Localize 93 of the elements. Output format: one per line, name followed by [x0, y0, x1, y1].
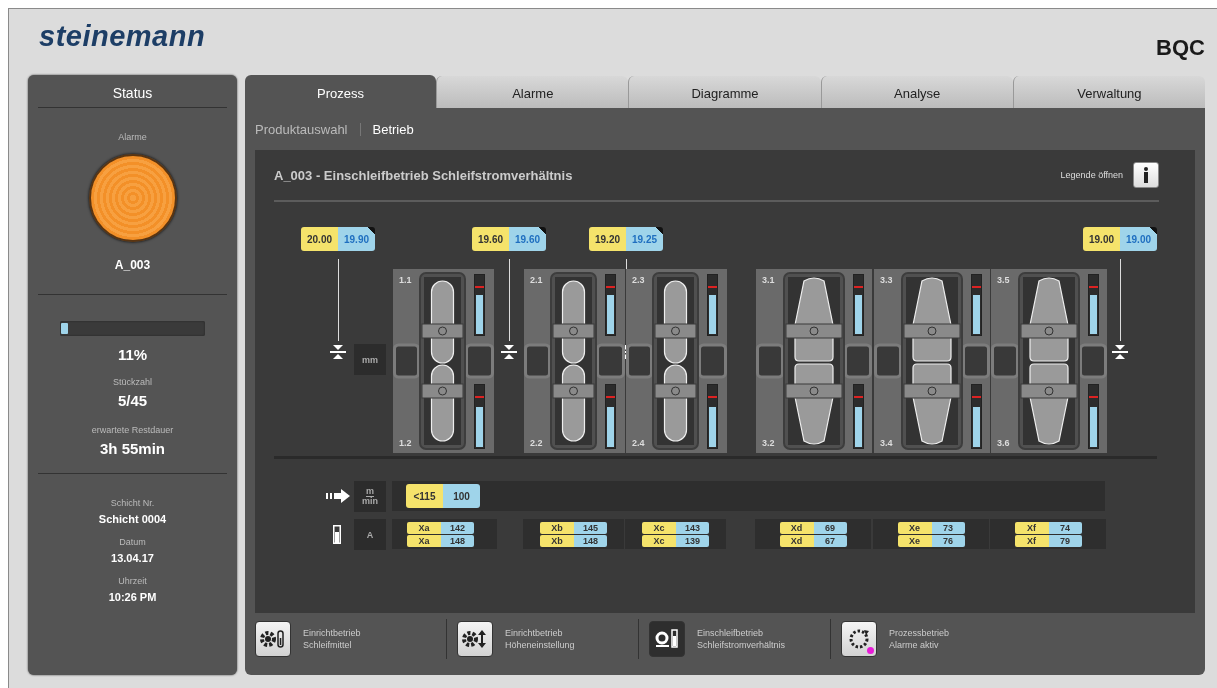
tab[interactable]: Prozess: [245, 75, 437, 108]
roll-label: Xc: [642, 521, 676, 534]
station-label: 3.4: [880, 438, 893, 448]
field-label: erwartete Restdauer: [91, 425, 174, 435]
tab[interactable]: Diagramme: [628, 76, 821, 108]
subtab[interactable]: Produktauswahl: [255, 121, 348, 137]
mode-label: Einrichtbetrieb Schleifmittel: [303, 627, 361, 651]
field-value: 13.04.17: [111, 552, 154, 564]
station-label: 2.2: [530, 438, 543, 448]
roll-label: Xd: [779, 521, 814, 534]
current-value: 76: [931, 534, 965, 547]
alarm-code: A_003: [114, 258, 151, 272]
current-value: 79: [1048, 534, 1082, 547]
info-icon: [1143, 167, 1149, 183]
station-label: 2.3: [632, 275, 645, 285]
gap-caliper-icon: [1112, 345, 1128, 359]
gear-thermometer-icon: [260, 629, 286, 649]
current-value: 139: [676, 534, 709, 547]
field-value: 10:26 PM: [108, 591, 157, 603]
station-label: 2.1: [530, 275, 543, 285]
station-label: 3.2: [762, 438, 775, 448]
current-value: 143: [676, 521, 709, 534]
current-value: 73: [931, 521, 965, 534]
mode-label: Einrichtbetrieb Höheneinstellung: [505, 627, 575, 651]
mode-button[interactable]: [457, 621, 493, 657]
mode-button[interactable]: [255, 621, 291, 657]
roll-label: Xf: [1014, 521, 1049, 534]
feed-arrow-icon: [326, 489, 350, 503]
current-value: 148: [441, 534, 474, 547]
station-label: 3.3: [880, 275, 893, 285]
field-value: 3h 55min: [100, 440, 165, 457]
brand-logo: steinemann: [39, 19, 206, 53]
roll-label: Xc: [642, 534, 676, 547]
roll-label: Xa: [407, 521, 441, 534]
field-value: Schicht 0004: [98, 513, 167, 525]
unit-label: m min: [354, 481, 386, 512]
mode-button[interactable]: [841, 621, 877, 657]
unit-label: A: [354, 519, 386, 550]
current-value: 145: [574, 521, 607, 534]
roll-label: Xf: [1014, 534, 1049, 547]
station-label: 1.2: [399, 438, 412, 448]
set-value: 19.00: [1083, 227, 1120, 251]
field-label: Schicht Nr.: [110, 498, 155, 508]
alarm-label: Alarme: [118, 132, 147, 142]
mode-button[interactable]: [649, 621, 685, 657]
gear-updown-arrow-icon: [462, 629, 488, 649]
field-value: 5/45: [117, 392, 148, 409]
gap-caliper-icon: [330, 345, 346, 359]
spinner-icon: [847, 627, 871, 651]
station-label: 1.1: [399, 275, 412, 285]
product-name: BQC: [1156, 35, 1205, 61]
roll-label: Xe: [897, 521, 932, 534]
set-value: <115: [406, 484, 443, 508]
info-button[interactable]: [1133, 162, 1159, 188]
set-value: 19.20: [589, 227, 626, 251]
actual-value: 100: [443, 484, 480, 508]
current-value: 142: [441, 521, 474, 534]
roll-label: Xd: [779, 534, 814, 547]
mode-label: Prozessbetrieb Alarme aktiv: [889, 627, 950, 651]
roll-label: Xa: [407, 534, 441, 547]
station-label: 3.6: [997, 438, 1010, 448]
station-label: 2.4: [632, 438, 645, 448]
current-value: 148: [574, 534, 607, 547]
current-value: 67: [813, 534, 847, 547]
field-label: Datum: [119, 537, 146, 547]
progress-percent: 11%: [117, 346, 148, 363]
roll-label: Xb: [540, 534, 574, 547]
set-value: 19.60: [472, 227, 509, 251]
roll-label: Xb: [540, 521, 574, 534]
station-label: 3.1: [762, 275, 775, 285]
legend-label: Legende öffnen: [1060, 170, 1123, 180]
field-label: Stückzahl: [113, 377, 152, 387]
current-value: 69: [813, 521, 847, 534]
actual-value: 19.90: [338, 227, 375, 251]
gap-caliper-icon: [501, 345, 517, 359]
roll-label: Xe: [897, 534, 932, 547]
unit-label: mm: [354, 344, 386, 375]
panel-title: Status: [38, 75, 227, 108]
diagram-title: A_003 - Einschleifbetrieb Schleifstromverhältnis: [274, 167, 573, 183]
actual-value: 19.60: [509, 227, 546, 251]
grinding-meter-icon: [654, 629, 680, 649]
set-value: 20.00: [301, 227, 338, 251]
tab[interactable]: Verwaltung: [1012, 76, 1205, 108]
field-label: Uhrzeit: [118, 576, 147, 586]
actual-value: 19.25: [626, 227, 663, 251]
subtab[interactable]: Betrieb: [372, 121, 414, 137]
tab[interactable]: Alarme: [436, 76, 629, 108]
ammeter-icon: [333, 525, 341, 544]
current-value: 74: [1048, 521, 1082, 534]
actual-value: 19.00: [1120, 227, 1157, 251]
tab[interactable]: Analyse: [820, 76, 1013, 108]
mode-label: Einschleifbetrieb Schleifstromverhältnis: [697, 627, 786, 651]
station-label: 3.5: [997, 275, 1010, 285]
